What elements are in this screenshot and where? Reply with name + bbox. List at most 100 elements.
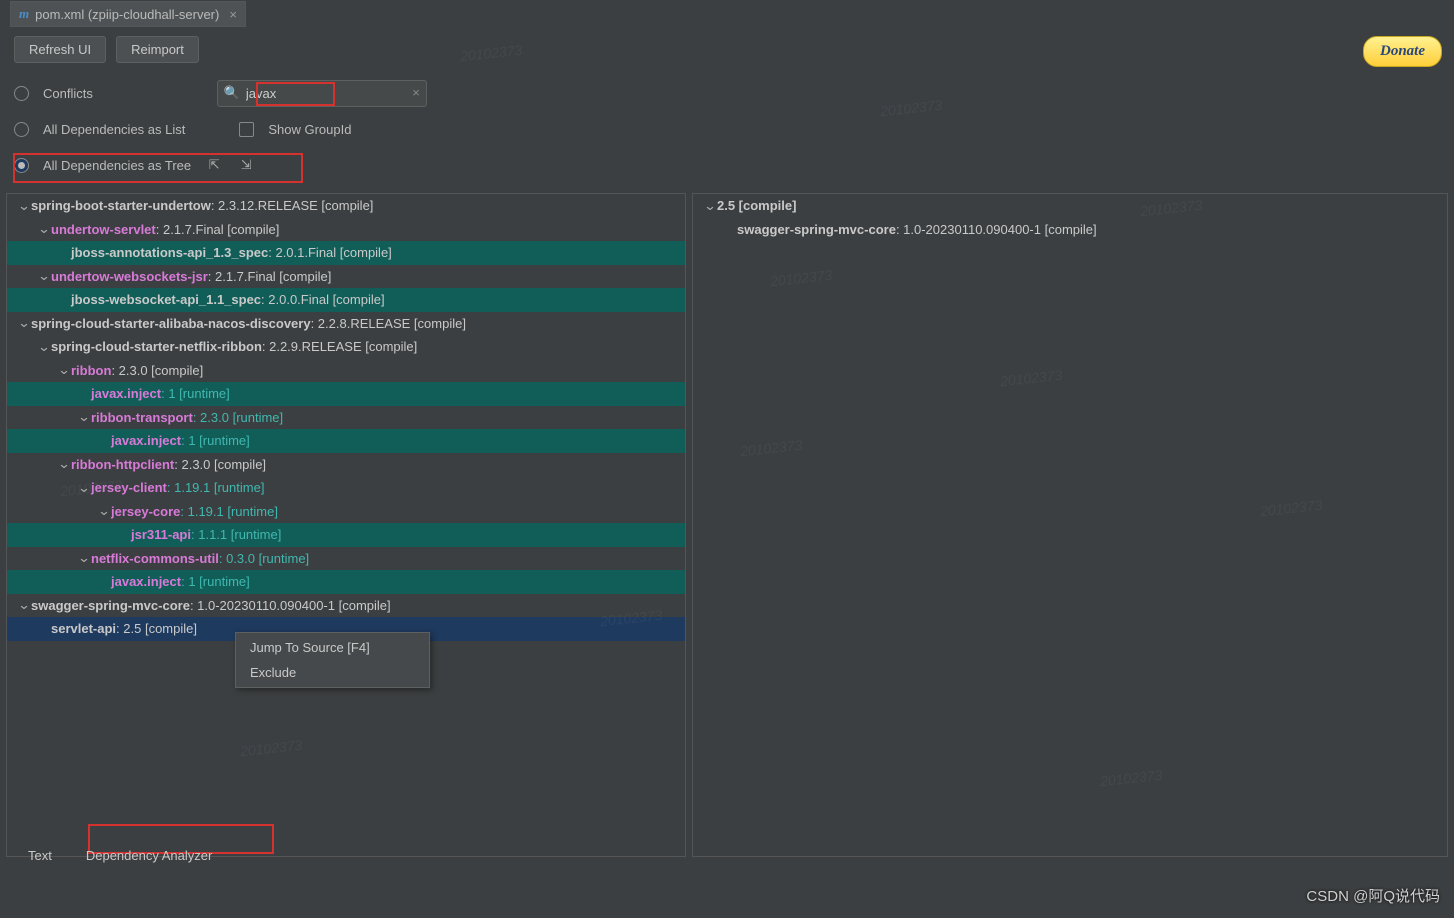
chevron-down-icon[interactable]: ⌄ (36, 268, 53, 284)
tree-row[interactable]: ⌄spring-cloud-starter-alibaba-nacos-disc… (7, 312, 685, 336)
dependency-name: spring-cloud-starter-netflix-ribbon (51, 339, 262, 354)
radio-conflicts[interactable] (14, 86, 29, 101)
tree-row[interactable]: javax.inject : 1 [runtime] (7, 570, 685, 594)
dependency-name: jersey-core (111, 504, 180, 519)
dependency-version: : 2.3.0 [compile] (174, 457, 266, 472)
tree-row[interactable]: ⌄undertow-websockets-jsr : 2.1.7.Final [… (7, 265, 685, 289)
chevron-down-icon[interactable]: ⌄ (76, 550, 93, 566)
ctx-exclude[interactable]: Exclude (236, 660, 429, 685)
tree-row[interactable]: ⌄jersey-client : 1.19.1 [runtime] (7, 476, 685, 500)
dependency-name: ribbon-httpclient (71, 457, 174, 472)
radio-tree[interactable] (14, 158, 29, 173)
dependency-name: servlet-api (51, 621, 116, 636)
search-input-wrapper: 🔍 × (217, 80, 427, 107)
tree-row[interactable]: ⌄ribbon-httpclient : 2.3.0 [compile] (7, 453, 685, 477)
dependency-version: : 1.0-20230110.090400-1 [compile] (896, 222, 1097, 237)
tree-row[interactable]: javax.inject : 1 [runtime] (7, 429, 685, 453)
dependency-version: : 2.0.1.Final [compile] (268, 245, 392, 260)
tree-row[interactable]: ⌄netflix-commons-util : 0.3.0 [runtime] (7, 547, 685, 571)
tab-text[interactable]: Text (14, 843, 66, 868)
dependency-version: : 1 [runtime] (161, 386, 230, 401)
attribution: CSDN @阿Q说代码 (1306, 885, 1440, 906)
tree-row[interactable]: ⌄undertow-servlet : 2.1.7.Final [compile… (7, 218, 685, 242)
clear-search-icon[interactable]: × (412, 85, 420, 100)
dependency-name: ribbon (71, 363, 111, 378)
tree-row[interactable]: ⌄swagger-spring-mvc-core : 1.0-20230110.… (7, 594, 685, 618)
tree-label: All Dependencies as Tree (43, 158, 191, 173)
show-groupid-label: Show GroupId (268, 122, 351, 137)
chevron-down-icon[interactable]: ⌄ (16, 315, 33, 331)
chevron-down-icon[interactable]: ⌄ (16, 597, 33, 613)
dependency-version: : 1.1.1 [runtime] (191, 527, 281, 542)
chevron-down-icon[interactable]: ⌄ (56, 362, 73, 378)
dependency-name: ribbon-transport (91, 410, 193, 425)
close-icon[interactable]: × (229, 7, 237, 22)
editor-tab[interactable]: m pom.xml (zpiip-cloudhall-server) × (10, 1, 246, 27)
dependency-name: swagger-spring-mvc-core (737, 222, 896, 237)
tab-dependency-analyzer[interactable]: Dependency Analyzer (72, 843, 226, 868)
dependency-name: jersey-client (91, 480, 167, 495)
tree-row[interactable]: ⌄ribbon : 2.3.0 [compile] (7, 359, 685, 383)
dependency-name: jboss-annotations-api_1.3_spec (71, 245, 268, 260)
dependency-version: : 2.5 [compile] (116, 621, 197, 636)
dependency-name: javax.inject (91, 386, 161, 401)
dependency-name: 2.5 [compile] (717, 198, 796, 213)
dependency-version: : 2.2.8.RELEASE [compile] (311, 316, 466, 331)
reimport-button[interactable]: Reimport (116, 36, 199, 63)
tree-row[interactable]: swagger-spring-mvc-core : 1.0-20230110.0… (693, 218, 1447, 242)
chevron-down-icon[interactable]: ⌄ (16, 198, 33, 214)
dependency-version: : 2.2.9.RELEASE [compile] (262, 339, 417, 354)
dependency-name: undertow-servlet (51, 222, 156, 237)
expand-all-icon[interactable]: ⇱ (205, 157, 223, 173)
chevron-down-icon[interactable]: ⌄ (56, 456, 73, 472)
chevron-down-icon[interactable]: ⌄ (76, 480, 93, 496)
tree-row[interactable]: jboss-websocket-api_1.1_spec : 2.0.0.Fin… (7, 288, 685, 312)
dependency-name: javax.inject (111, 574, 181, 589)
check-show-groupid[interactable] (239, 122, 254, 137)
chevron-down-icon[interactable]: ⌄ (36, 221, 53, 237)
collapse-all-icon[interactable]: ⇲ (237, 157, 255, 173)
dependency-name: swagger-spring-mvc-core (31, 598, 190, 613)
chevron-down-icon[interactable]: ⌄ (702, 198, 719, 214)
tree-row[interactable]: jsr311-api : 1.1.1 [runtime] (7, 523, 685, 547)
tree-row[interactable]: ⌄2.5 [compile] (693, 194, 1447, 218)
dependency-name: undertow-websockets-jsr (51, 269, 208, 284)
dependency-version: : 2.3.0 [compile] (111, 363, 203, 378)
ctx-jump-to-source[interactable]: Jump To Source [F4] (236, 635, 429, 660)
dependency-version: : 1.19.1 [runtime] (167, 480, 265, 495)
dependency-version: : 2.0.0.Final [compile] (261, 292, 385, 307)
chevron-down-icon[interactable]: ⌄ (36, 339, 53, 355)
dependency-name: spring-cloud-starter-alibaba-nacos-disco… (31, 316, 311, 331)
tab-title: pom.xml (zpiip-cloudhall-server) (35, 7, 219, 22)
dependency-version: : 1 [runtime] (181, 433, 250, 448)
dependency-version: : 1.19.1 [runtime] (180, 504, 278, 519)
tree-row[interactable]: ⌄spring-cloud-starter-netflix-ribbon : 2… (7, 335, 685, 359)
search-input[interactable] (217, 80, 427, 107)
dependency-version: : 2.3.0 [runtime] (193, 410, 283, 425)
tree-row[interactable]: jboss-annotations-api_1.3_spec : 2.0.1.F… (7, 241, 685, 265)
dependency-name: jsr311-api (131, 527, 191, 542)
tree-row[interactable]: javax.inject : 1 [runtime] (7, 382, 685, 406)
list-label: All Dependencies as List (43, 122, 185, 137)
radio-list[interactable] (14, 122, 29, 137)
refresh-ui-button[interactable]: Refresh UI (14, 36, 106, 63)
dependency-version: : 0.3.0 [runtime] (219, 551, 309, 566)
chevron-down-icon[interactable]: ⌄ (96, 503, 113, 519)
tree-row[interactable]: ⌄spring-boot-starter-undertow : 2.3.12.R… (7, 194, 685, 218)
dependency-version: : 1 [runtime] (181, 574, 250, 589)
conflicts-label: Conflicts (43, 86, 93, 101)
dependency-name: netflix-commons-util (91, 551, 219, 566)
search-icon: 🔍 (224, 85, 240, 101)
dependency-name: javax.inject (111, 433, 181, 448)
dependency-name: spring-boot-starter-undertow (31, 198, 211, 213)
dependency-name: jboss-websocket-api_1.1_spec (71, 292, 261, 307)
dependency-version: : 1.0-20230110.090400-1 [compile] (190, 598, 391, 613)
dependency-version: : 2.1.7.Final [compile] (208, 269, 332, 284)
maven-icon: m (19, 6, 29, 22)
tree-row[interactable]: ⌄ribbon-transport : 2.3.0 [runtime] (7, 406, 685, 430)
chevron-down-icon[interactable]: ⌄ (76, 409, 93, 425)
tree-row[interactable]: ⌄jersey-core : 1.19.1 [runtime] (7, 500, 685, 524)
donate-button[interactable]: Donate (1363, 36, 1442, 67)
left-dependency-tree: ⌄spring-boot-starter-undertow : 2.3.12.R… (6, 193, 686, 857)
right-usage-tree: ⌄2.5 [compile]swagger-spring-mvc-core : … (692, 193, 1448, 857)
